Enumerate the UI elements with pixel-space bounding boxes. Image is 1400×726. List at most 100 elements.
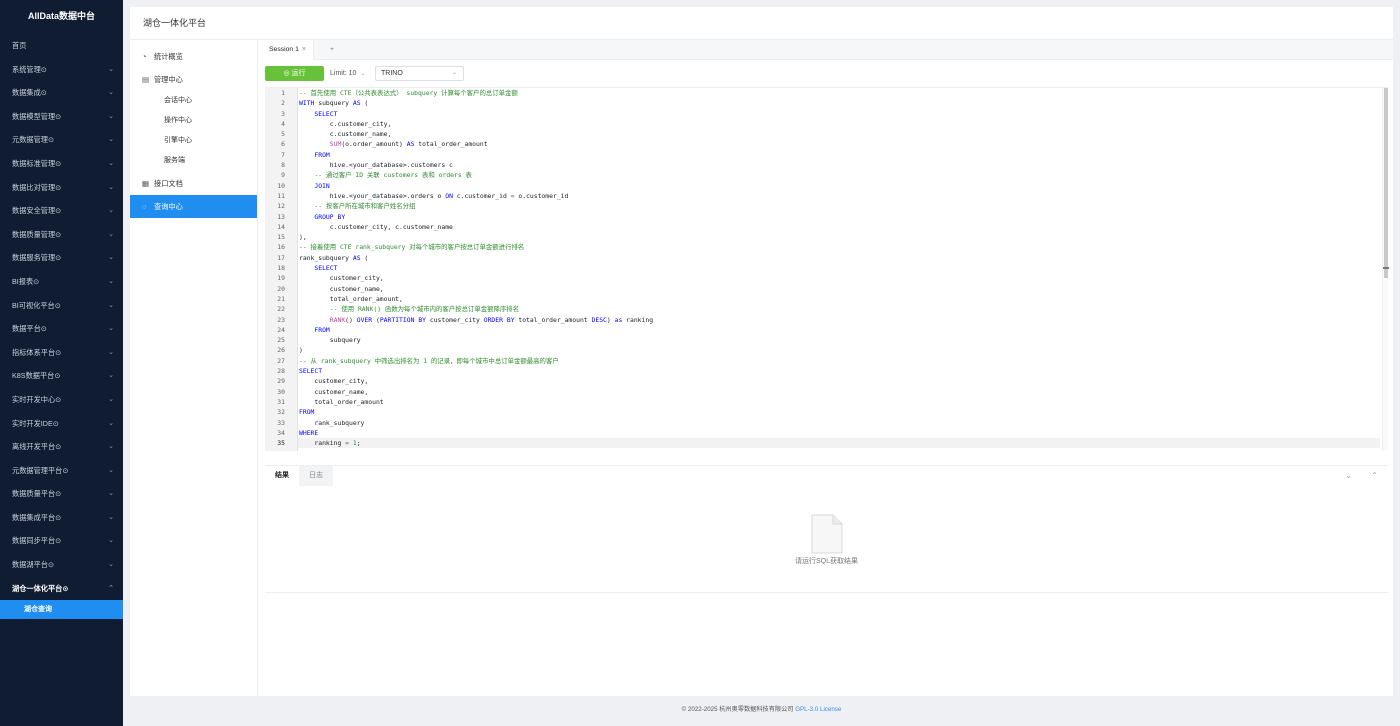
sidebar-item[interactable]: 数据服务管理⊙ ⌄ <box>0 246 123 270</box>
add-tab-button[interactable]: + <box>325 40 339 60</box>
code-line[interactable]: ) <box>298 345 1380 355</box>
code-line[interactable]: c.customer_name, <box>298 129 1380 139</box>
tab-results[interactable]: 结果 <box>265 466 299 486</box>
chevron-icon: ⌄ <box>108 230 114 238</box>
sidebar-item[interactable]: 数据集成平台⊙ ⌄ <box>0 506 123 530</box>
code-line[interactable]: ranking = 1; <box>298 438 1380 449</box>
code-line[interactable]: customer_city, <box>298 376 1380 386</box>
line-number: 30 <box>277 387 285 396</box>
sidebar-item[interactable]: BI报表⊙ ⌄ <box>0 270 123 294</box>
sidebar-item[interactable]: 数据标准管理⊙ ⌄ <box>0 152 123 176</box>
play-icon: ◎ <box>283 70 290 77</box>
code-line[interactable]: -- 从 rank_subquery 中筛选出排名为 1 的记录，即每个城市中总… <box>298 356 1380 366</box>
expand-icon[interactable]: ⌃ <box>1371 466 1378 486</box>
code-line[interactable]: hive.<your_database>.customers c <box>298 160 1380 170</box>
license-link[interactable]: GPL-3.0 License <box>795 706 841 713</box>
sidebar-item[interactable]: 首页 <box>0 34 123 58</box>
sidebar-item[interactable]: 数据同步平台⊙ ⌄ <box>0 529 123 553</box>
menu-subitem-session-center[interactable]: 会话中心 <box>130 91 257 111</box>
code-line[interactable]: -- 按客户所在城市和客户姓名分组 <box>298 201 1380 211</box>
code-line[interactable]: subquery <box>298 335 1380 345</box>
code-line[interactable]: SELECT <box>298 366 1380 376</box>
empty-document-icon <box>811 514 843 554</box>
code-line[interactable]: total_order_amount, <box>298 294 1380 304</box>
menu-subitem-engine-center[interactable]: 引擎中心 <box>130 131 257 151</box>
sidebar-item[interactable]: 元数据管理⊙ ⌄ <box>0 128 123 152</box>
sidebar-item[interactable]: 数据质量管理⊙ ⌄ <box>0 223 123 247</box>
menu-subitem-operation-center[interactable]: 操作中心 <box>130 111 257 131</box>
code-line[interactable]: SUM(o.order_amount) AS total_order_amoun… <box>298 139 1380 149</box>
line-number: 34 <box>277 428 285 437</box>
chevron-icon: ⌄ <box>108 112 114 120</box>
code-line[interactable]: FROM <box>298 325 1380 335</box>
code-area[interactable]: -- 首先使用 CTE（公共表表达式） subquery 计算每个客户的总订单金… <box>298 88 1380 451</box>
sidebar-item[interactable]: 实时开发IDE⊙ ⌄ <box>0 412 123 436</box>
sidebar-item[interactable]: 数据平台⊙ ⌄ <box>0 317 123 341</box>
sidebar-item[interactable]: 数据集成⊙ ⌄ <box>0 81 123 105</box>
code-line[interactable]: customer_name, <box>298 387 1380 397</box>
run-label: 运行 <box>291 70 306 77</box>
engine-value: TRINO <box>381 70 403 77</box>
code-line[interactable]: customer_city, <box>298 273 1380 283</box>
code-line[interactable]: WHERE <box>298 428 1380 438</box>
code-line[interactable]: rank_subquery AS ( <box>298 253 1380 263</box>
sidebar-item[interactable]: 湖仓一体化平台⊙ ⌃ <box>0 577 123 601</box>
run-button[interactable]: ◎ 运行 <box>265 66 324 81</box>
chevron-icon: ⌄ <box>108 183 114 191</box>
line-number: 8 <box>281 161 285 170</box>
menu-item-query-center[interactable]: ◌ 查询中心 <box>130 195 257 218</box>
sidebar-item[interactable]: BI可视化平台⊙ ⌄ <box>0 294 123 318</box>
code-line[interactable]: GROUP BY <box>298 212 1380 222</box>
code-line[interactable]: -- 使用 RANK() 函数为每个城市内的客户按总订单金额降序排名 <box>298 304 1380 314</box>
limit-value: Limit: 10 <box>330 70 357 77</box>
sql-editor[interactable]: 1 2 3 4 5 6 7 8 9 10 11 12 13 14 15 16 17 18 19 20 21 22 23 24 2… <box>265 87 1389 451</box>
sidebar-item[interactable]: 数据质量平台⊙ ⌄ <box>0 482 123 506</box>
sidebar-item[interactable]: 数据湖平台⊙ ⌄ <box>0 553 123 577</box>
code-line[interactable]: hive.<your_database>.orders o ON c.custo… <box>298 191 1380 201</box>
sidebar-subitem-lakehouse-query[interactable]: 湖仓查询 <box>0 600 123 620</box>
chevron-down-icon: ⌄ <box>451 70 457 76</box>
sidebar-item[interactable]: 系统管理⊙ ⌄ <box>0 58 123 82</box>
code-line[interactable]: -- 接着使用 CTE rank_subquery 对每个城市的客户按总订单金额… <box>298 242 1380 252</box>
code-line[interactable]: c.customer_city, c.customer_name <box>298 222 1380 232</box>
close-icon[interactable]: × <box>302 46 306 53</box>
sidebar-item[interactable]: 离线开发平台⊙ ⌄ <box>0 435 123 459</box>
code-line[interactable]: -- 首先使用 CTE（公共表表达式） subquery 计算每个客户的总订单金… <box>298 88 1380 98</box>
editor-scrollbar[interactable] <box>1382 88 1389 451</box>
scrollbar-thumb[interactable] <box>1384 88 1388 278</box>
menu-item-api-docs[interactable]: ▦ 接口文档 <box>130 172 257 195</box>
line-number: 24 <box>277 325 285 334</box>
sidebar-item[interactable]: 元数据管理平台⊙ ⌄ <box>0 459 123 483</box>
code-line[interactable]: ), <box>298 232 1380 242</box>
code-line[interactable]: SELECT <box>298 109 1380 119</box>
results-panel: 结果 日志 ⌄ ⌃ 请运行SQL获取结果 <box>265 465 1388 593</box>
sidebar-item-label: 数据模型管理⊙ <box>12 111 62 121</box>
menu-subitem-server[interactable]: 服务端 <box>130 151 257 171</box>
chevron-icon: ⌄ <box>108 325 114 333</box>
code-line[interactable]: rank_subquery <box>298 418 1380 428</box>
collapse-icon[interactable]: ⌄ <box>1345 466 1352 486</box>
code-line[interactable]: JOIN <box>298 181 1380 191</box>
code-line[interactable]: WITH subquery AS ( <box>298 98 1380 108</box>
code-line[interactable]: SELECT <box>298 263 1380 273</box>
code-line[interactable]: customer_name, <box>298 284 1380 294</box>
sidebar-item[interactable]: 实时开发中心⊙ ⌄ <box>0 388 123 412</box>
code-line[interactable]: RANK() OVER (PARTITION BY customer_city … <box>298 315 1380 325</box>
tab-log[interactable]: 日志 <box>299 466 333 486</box>
limit-select[interactable]: Limit: 10 ⌄ <box>330 66 366 81</box>
code-line[interactable]: -- 通过客户 ID 关联 customers 表和 orders 表 <box>298 170 1380 180</box>
menu-item-stats[interactable]: ◔ 统计概览 <box>130 45 257 68</box>
sidebar-item[interactable]: K8S数据平台⊙ ⌄ <box>0 364 123 388</box>
sidebar-item[interactable]: 数据比对管理⊙ ⌄ <box>0 176 123 200</box>
code-line[interactable]: total_order_amount <box>298 397 1380 407</box>
empty-message: 请运行SQL获取结果 <box>794 558 858 565</box>
code-line[interactable]: FROM <box>298 150 1380 160</box>
engine-select[interactable]: TRINO ⌄ <box>375 66 464 81</box>
sidebar-item[interactable]: 数据安全管理⊙ ⌄ <box>0 199 123 223</box>
code-line[interactable]: c.customer_city, <box>298 119 1380 129</box>
sidebar-item[interactable]: 指标体系平台⊙ ⌄ <box>0 341 123 365</box>
sidebar-item[interactable]: 数据模型管理⊙ ⌄ <box>0 105 123 129</box>
menu-item-manage[interactable]: ▤ 管理中心 <box>130 68 257 91</box>
tab-session-1[interactable]: Session 1 × <box>259 40 314 60</box>
code-line[interactable]: FROM <box>298 407 1380 417</box>
